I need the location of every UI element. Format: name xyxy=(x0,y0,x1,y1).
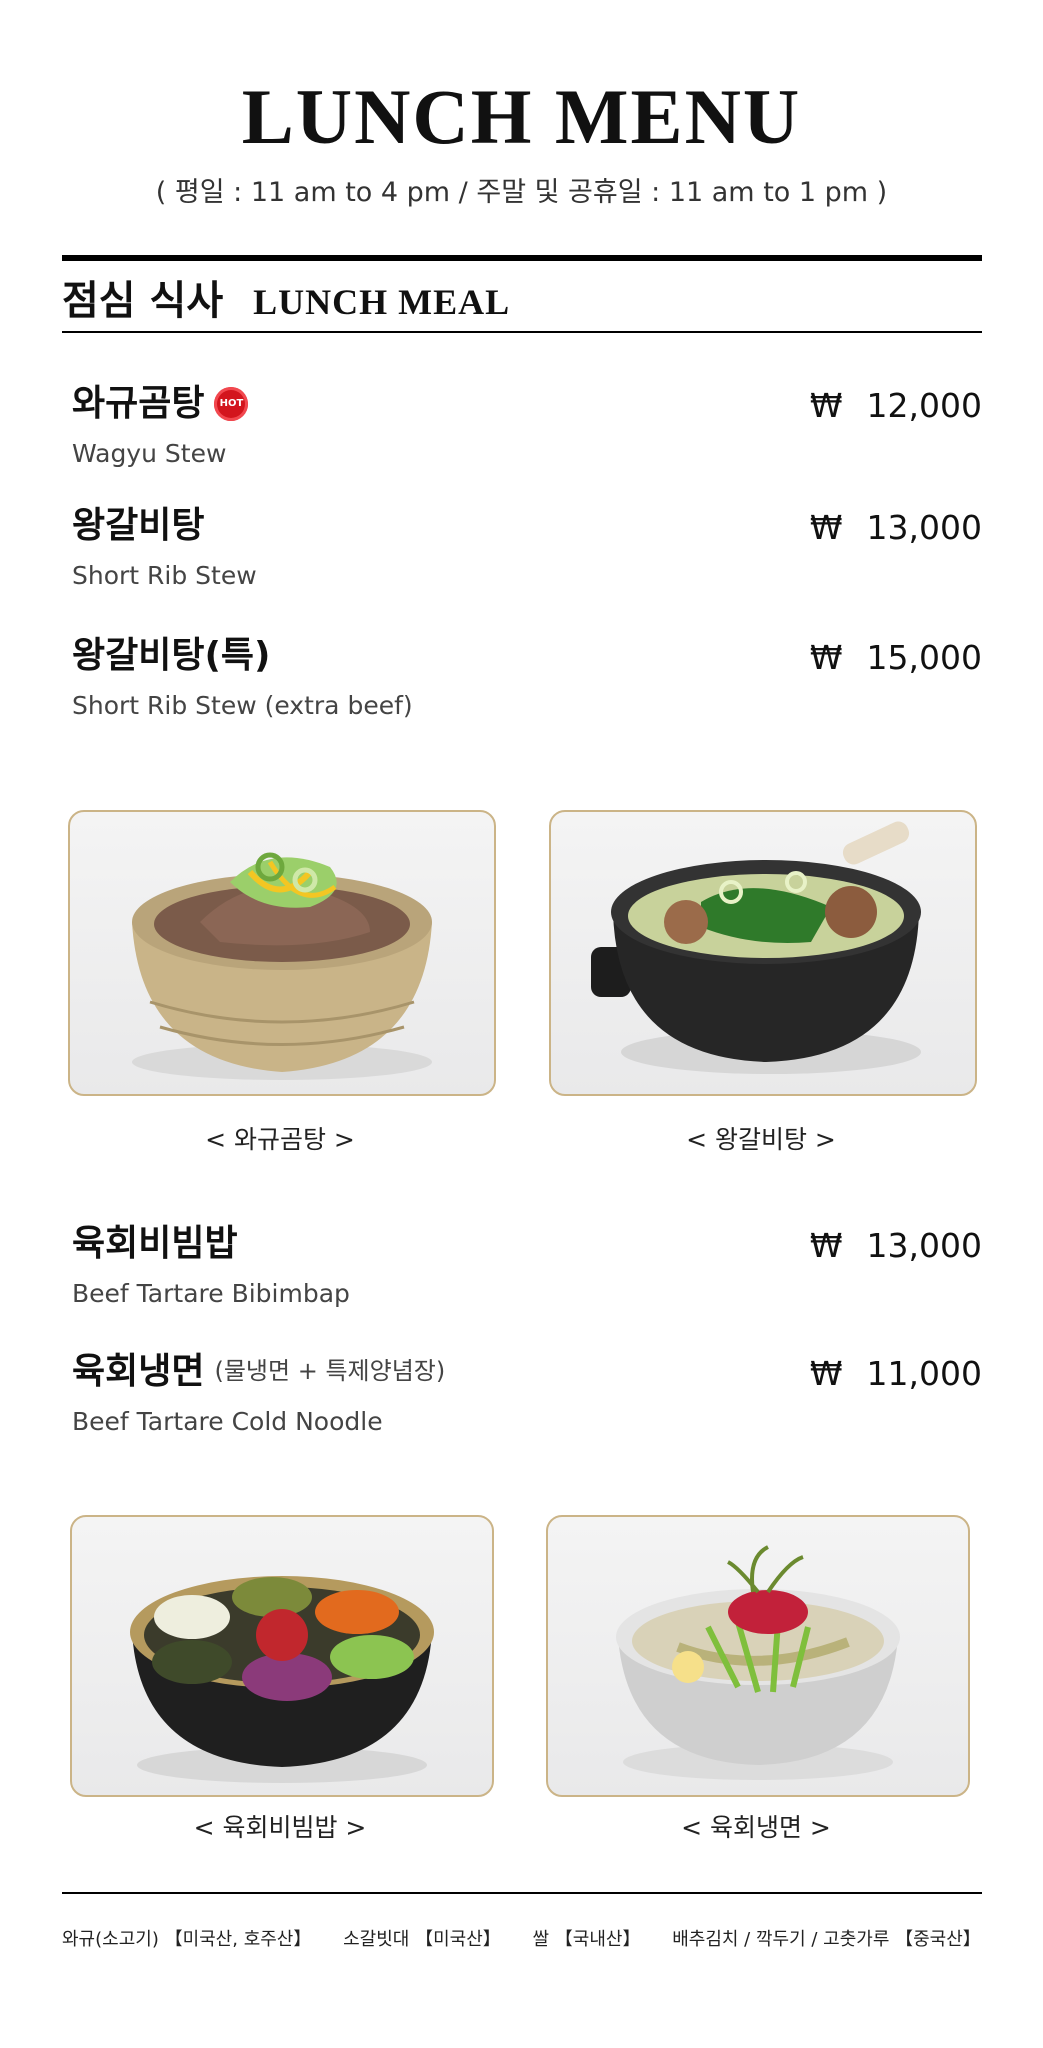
item-name-en: Wagyu Stew xyxy=(72,439,227,469)
cold-noodle-photo xyxy=(546,1515,970,1797)
item-price: ₩12,000 xyxy=(809,386,982,425)
section-title-ko: 점심 식사 xyxy=(62,278,224,324)
origin-rib: 소갈빗대 【미국산】 xyxy=(343,1929,501,1950)
menu-item-short-rib-stew-extra: 왕갈비탕(특) Short Rib Stew (extra beef) ₩15,… xyxy=(72,634,982,720)
item-price: ₩15,000 xyxy=(809,638,982,677)
galbitang-pot-icon xyxy=(591,821,921,1074)
menu-title: LUNCH MENU xyxy=(241,73,802,160)
item-note: (물냉면 + 특제양념장) xyxy=(214,1357,446,1386)
item-name-ko: 육회냉면 xyxy=(72,1351,205,1392)
item-price: ₩11,000 xyxy=(809,1354,982,1393)
naengmyeon-bowl-icon xyxy=(616,1545,900,1780)
wagyu-stew-photo xyxy=(68,810,496,1096)
origin-info: 와규(소고기) 【미국산, 호주산】 소갈빗대 【미국산】 쌀 【국내산】 배추… xyxy=(62,1925,1007,1951)
origin-kimchi: 배추김치 / 깍두기 / 고춧가루 【중국산】 xyxy=(672,1929,981,1950)
photo-caption: < 왕갈비탕 > xyxy=(686,1125,836,1154)
bibimbap-bowl-icon xyxy=(130,1576,434,1783)
menu-item-wagyu-stew: 와규곰탕 HOT Wagyu Stew ₩12,000 xyxy=(72,382,982,468)
item-price: ₩13,000 xyxy=(809,1226,982,1265)
item-price: ₩13,000 xyxy=(809,508,982,547)
menu-item-short-rib-stew: 왕갈비탕 Short Rib Stew ₩13,000 xyxy=(72,504,982,590)
section-title-en: LUNCH MEAL xyxy=(253,282,511,322)
opening-hours: ( 평일 : 11 am to 4 pm / 주말 및 공휴일 : 11 am … xyxy=(155,177,888,208)
item-name-ko: 와규곰탕 xyxy=(72,383,205,424)
hot-badge-icon: HOT xyxy=(214,386,249,421)
origin-rice: 쌀 【국내산】 xyxy=(532,1929,641,1950)
menu-item-beef-tartare-cold-noodle: 육회냉면 (물냉면 + 특제양념장) Beef Tartare Cold Noo… xyxy=(72,1350,982,1436)
bibimbap-photo xyxy=(70,1515,494,1797)
item-name-en: Beef Tartare Cold Noodle xyxy=(72,1407,383,1437)
footer-rule xyxy=(62,1892,982,1894)
section-rule xyxy=(62,331,982,333)
item-name-ko: 육회비빔밥 xyxy=(72,1223,238,1264)
item-name-en: Short Rib Stew (extra beef) xyxy=(72,691,413,721)
photo-caption: < 육회냉면 > xyxy=(681,1813,831,1842)
photo-caption: < 육회비빔밥 > xyxy=(193,1813,367,1842)
item-name-ko: 왕갈비탕 xyxy=(72,505,205,546)
item-name-en: Beef Tartare Bibimbap xyxy=(72,1279,350,1309)
item-name-ko: 왕갈비탕(특) xyxy=(72,635,271,676)
short-rib-stew-photo xyxy=(549,810,977,1096)
menu-item-beef-tartare-bibimbap: 육회비빔밥 Beef Tartare Bibimbap ₩13,000 xyxy=(72,1222,982,1308)
photo-caption: < 와규곰탕 > xyxy=(205,1125,355,1154)
item-name-en: Short Rib Stew xyxy=(72,561,257,591)
gomtang-bowl-icon xyxy=(132,852,432,1080)
section-header: 점심 식사 LUNCH MEAL xyxy=(62,268,510,326)
header-rule xyxy=(62,255,982,261)
origin-wagyu: 와규(소고기) 【미국산, 호주산】 xyxy=(62,1929,312,1950)
